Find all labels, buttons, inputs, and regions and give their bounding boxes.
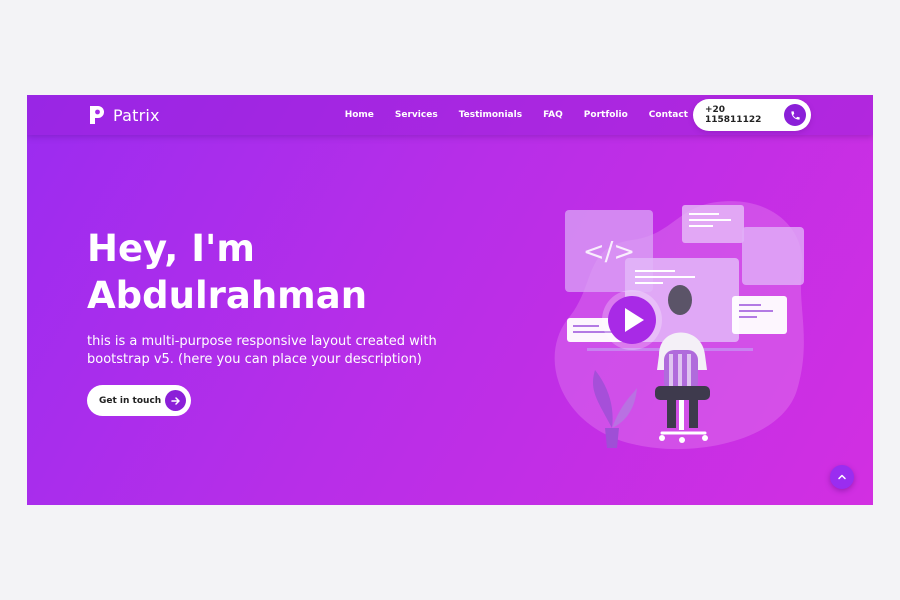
nav-link-services[interactable]: Services (395, 110, 438, 120)
nav-link-portfolio[interactable]: Portfolio (584, 110, 628, 120)
nav-menu: Home Services Testimonials FAQ Portfolio… (345, 95, 688, 135)
phone-button[interactable]: +20 115811122 (693, 99, 811, 131)
p-logo-icon (90, 106, 104, 124)
brand-logo[interactable]: Patrix (87, 101, 160, 129)
phone-icon (784, 104, 806, 126)
brand-name: Patrix (113, 105, 160, 125)
nav-link-faq[interactable]: FAQ (543, 110, 563, 120)
get-in-touch-label: Get in touch (99, 395, 162, 406)
developer-illustration: </> (554, 201, 804, 450)
get-in-touch-button[interactable]: Get in touch (87, 385, 191, 416)
hero-title-greeting: Hey, I'm (87, 227, 255, 270)
page-frame: Patrix Home Services Testimonials FAQ Po… (27, 95, 873, 505)
nav-link-home[interactable]: Home (345, 110, 374, 120)
phone-number: +20 115811122 (705, 105, 762, 125)
navbar: Patrix Home Services Testimonials FAQ Po… (27, 95, 873, 135)
hero-description: this is a multi-purpose responsive layou… (87, 334, 437, 367)
hero-title-name: Abdulrahman (87, 274, 368, 317)
arrow-right-icon (165, 390, 186, 411)
hero-title: Hey, I'm Abdulrahman (87, 225, 507, 319)
scroll-to-top-button[interactable] (830, 465, 854, 489)
nav-link-testimonials[interactable]: Testimonials (459, 110, 522, 120)
nav-link-contact[interactable]: Contact (649, 110, 688, 120)
chevron-up-icon (838, 474, 846, 480)
